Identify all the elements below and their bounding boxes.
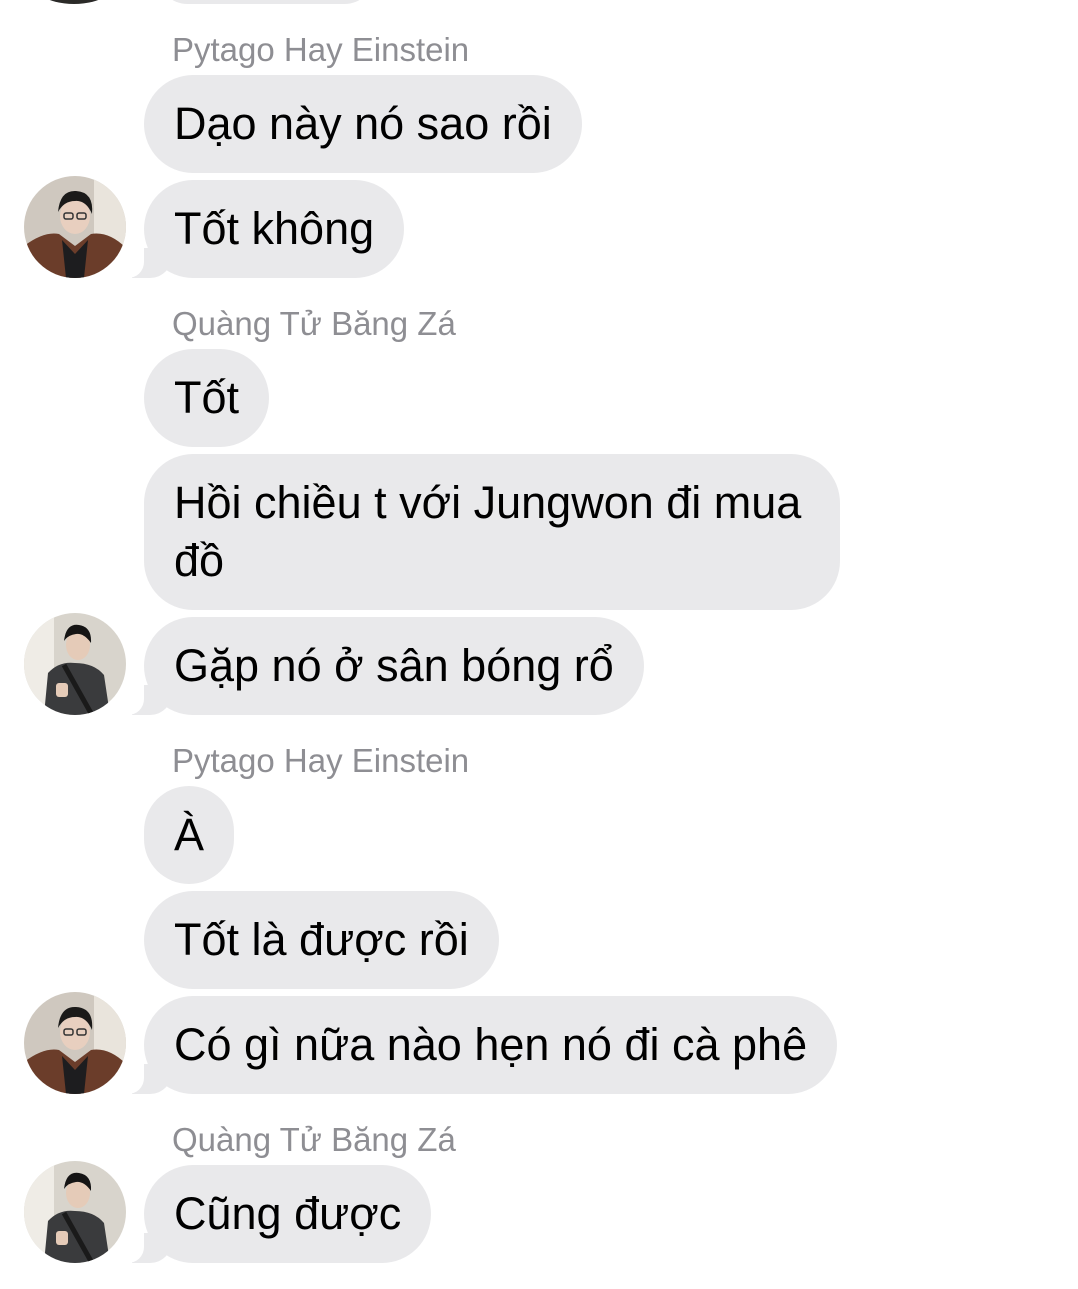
message-bubble[interactable]: Tốt không bbox=[115, 180, 405, 278]
sender-name: Pytago Hay Einstein bbox=[172, 742, 470, 779]
message-text: Gặp nó ở sân bóng rổ bbox=[174, 640, 614, 691]
avatar-dark-coat-icon[interactable] bbox=[24, 613, 126, 715]
avatar-brown-jacket-icon[interactable] bbox=[24, 992, 126, 1094]
avatar-brown-jacket-icon[interactable] bbox=[24, 176, 126, 278]
sender-name: Pytago Hay Einstein bbox=[172, 31, 470, 68]
message-text: Hồi chiều t với Jungwon đi mua đồ bbox=[174, 477, 802, 586]
message-bubble[interactable]: Dạo này nó sao rồi bbox=[144, 75, 582, 173]
message-bubble[interactable]: Gặp nó ở sân bóng rổ bbox=[116, 617, 644, 715]
message-text: Tốt là được rồi bbox=[174, 914, 469, 965]
message-bubble[interactable]: À bbox=[144, 786, 235, 884]
message-bubble[interactable]: Tốt bbox=[144, 349, 270, 447]
message-bubble[interactable]: Hồi chiều t với Jungwon đi mua đồ bbox=[144, 454, 840, 610]
chat-thread: Pytago Hay Einstein Dạo này nó sao rồi T… bbox=[0, 0, 1078, 1289]
message-bubble[interactable]: Tốt là được rồi bbox=[144, 891, 499, 989]
message-text: Tốt không bbox=[174, 203, 375, 254]
message-text: À bbox=[174, 809, 205, 860]
message-text: Tốt bbox=[174, 372, 240, 423]
message-bubble-partial[interactable] bbox=[156, 0, 376, 4]
sender-name: Quàng Tử Băng Zá bbox=[172, 1121, 456, 1158]
message-bubble[interactable]: Có gì nữa nào hẹn nó đi cà phê bbox=[115, 996, 838, 1094]
sender-name: Quàng Tử Băng Zá bbox=[172, 305, 456, 342]
avatar-partial[interactable] bbox=[24, 0, 124, 4]
message-text: Dạo này nó sao rồi bbox=[174, 98, 552, 149]
message-text: Cũng được bbox=[174, 1188, 402, 1239]
avatar-dark-coat-icon[interactable] bbox=[24, 1161, 126, 1263]
message-bubble[interactable]: Cũng được bbox=[115, 1165, 432, 1263]
message-text: Có gì nữa nào hẹn nó đi cà phê bbox=[174, 1019, 808, 1070]
